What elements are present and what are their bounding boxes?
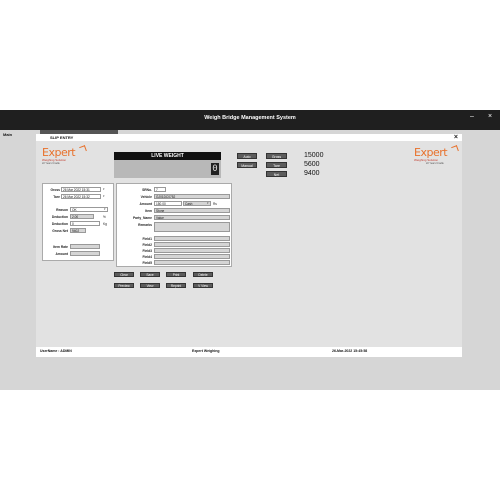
deduction-percent-unit: % [103,215,106,219]
menu-main[interactable]: Main [3,132,12,137]
close-window-button[interactable]: × [488,113,492,120]
tare-date-label: Tare [53,195,60,199]
amount-unit: Rs [213,202,217,206]
dialog-header: SLIP ENTRY × [36,134,462,141]
calendar-icon[interactable]: ▾ [103,194,105,198]
window-title: Weigh Bridge Management System [204,115,296,121]
tare-button[interactable]: Tare [266,162,287,168]
minimize-button[interactable]: – [470,113,474,120]
expert-logo-right: Expert Weighing Solution 22 Years Cradle [414,145,462,174]
status-datetime: 26-Mar-2022 15:45:58 [332,349,368,353]
field3-label: Field3 [142,249,152,253]
serial-label: SRNo. [142,188,152,192]
gross-net-field: 9402 [70,228,86,233]
live-weight-digit: 0 [211,163,219,175]
status-company: Expert Weighing [192,349,220,353]
item-rate-label: Item Rate [53,245,68,249]
dialog-title: SLIP ENTRY [50,135,74,140]
tare-weight-value: 5600 [304,161,320,168]
field4-input[interactable] [154,254,230,259]
manual-button[interactable]: Manual [237,162,257,168]
remarks-label: Remarks [138,223,152,227]
app-screen: Weigh Bridge Management System – × Main … [0,0,500,500]
net-weight-value: 9400 [304,170,320,177]
calendar-icon[interactable]: ▾ [103,187,105,191]
chevron-down-icon[interactable]: ▾ [207,201,209,205]
item-label: Item [145,209,152,213]
expert-logo-left: Expert Weighing Solution 22 Years Cradle [42,145,90,174]
logo-tagline: 22 Years Cradle [426,162,444,165]
title-bar: Weigh Bridge Management System – × [0,110,500,130]
net-button[interactable]: Net [266,171,287,177]
reprint-button[interactable]: Reprint [166,283,186,288]
v-view-button[interactable]: V View [193,283,213,288]
dialog-body: Expert Weighing Solution 22 Years Cradle… [36,141,462,347]
amount-label: Amount [55,252,68,256]
amount-field[interactable] [70,251,100,256]
live-weight-header: LIVE WEIGHT [114,152,221,160]
remarks-field[interactable] [154,222,230,232]
status-bar: UserName : ADMIN Expert Weighing 26-Mar-… [36,347,462,355]
field4-label: Field4 [142,255,152,259]
field3-input[interactable] [154,248,230,253]
logo-tagline: 22 Years Cradle [42,162,60,165]
gross-net-label: Gross Net [52,229,68,233]
field2-label: Field2 [142,243,152,247]
vehicle-label: Vehicle [140,195,152,199]
auto-button[interactable]: Auto [237,153,257,159]
field5-label: Field5 [142,261,152,265]
preview-button[interactable]: Preview [114,283,134,288]
field2-input[interactable] [154,242,230,247]
field1-label: Field1 [142,237,152,241]
party-name-label: Party_Name [132,216,152,220]
gross-weight-value: 15000 [304,152,324,159]
deduction-kg-unit: Kg [103,222,107,226]
clear-button[interactable]: Clear [114,272,134,277]
left-details-panel: Gross 26 Mar 2022 15:31 ▾ Tare 26 Mar 20… [42,183,114,261]
amount-field[interactable]: 150.00 [154,201,182,206]
chevron-down-icon[interactable]: ▾ [104,207,106,211]
live-weight-display: 0 [114,160,221,178]
deduction-percent-field[interactable]: 2.00 [70,214,94,219]
reason-label: Reason [56,208,68,212]
field1-input[interactable] [154,236,230,241]
gross-button[interactable]: Gross [266,153,287,159]
gross-date-field[interactable]: 26 Mar 2022 15:31 [61,187,101,192]
amount-label: Amount [139,202,152,206]
save-button[interactable]: Save [140,272,160,277]
reason-select[interactable]: OK [70,207,108,212]
tare-date-field[interactable]: 26 Mar 2022 15:32 [61,194,101,199]
serial-field[interactable]: 7 [154,187,166,192]
gross-date-label: Gross [50,188,60,192]
field5-input[interactable] [154,260,230,265]
item-field[interactable]: Stone [154,208,230,213]
slip-entry-dialog: SLIP ENTRY × Expert Weighing Solution 22… [36,134,462,357]
live-weight-panel: LIVE WEIGHT 0 [114,152,221,178]
dialog-close-icon[interactable]: × [454,134,458,141]
status-username: UserName : ADMIN [40,349,72,353]
deduction-kg-label: Deduction [51,222,68,226]
item-rate-field[interactable] [70,244,100,249]
view-button[interactable]: View [140,283,160,288]
delete-button[interactable]: Delete [193,272,213,277]
deduction-percent-label: Deduction [51,215,68,219]
print-button[interactable]: Print [166,272,186,277]
slip-form-panel: SRNo. 7 Vehicle GJ01DC0752 Amount 150.00… [116,183,232,267]
party-name-field[interactable]: Value [154,215,230,220]
deduction-kg-field[interactable]: 0 [70,221,100,226]
vehicle-field[interactable]: GJ01DC0752 [154,194,230,199]
